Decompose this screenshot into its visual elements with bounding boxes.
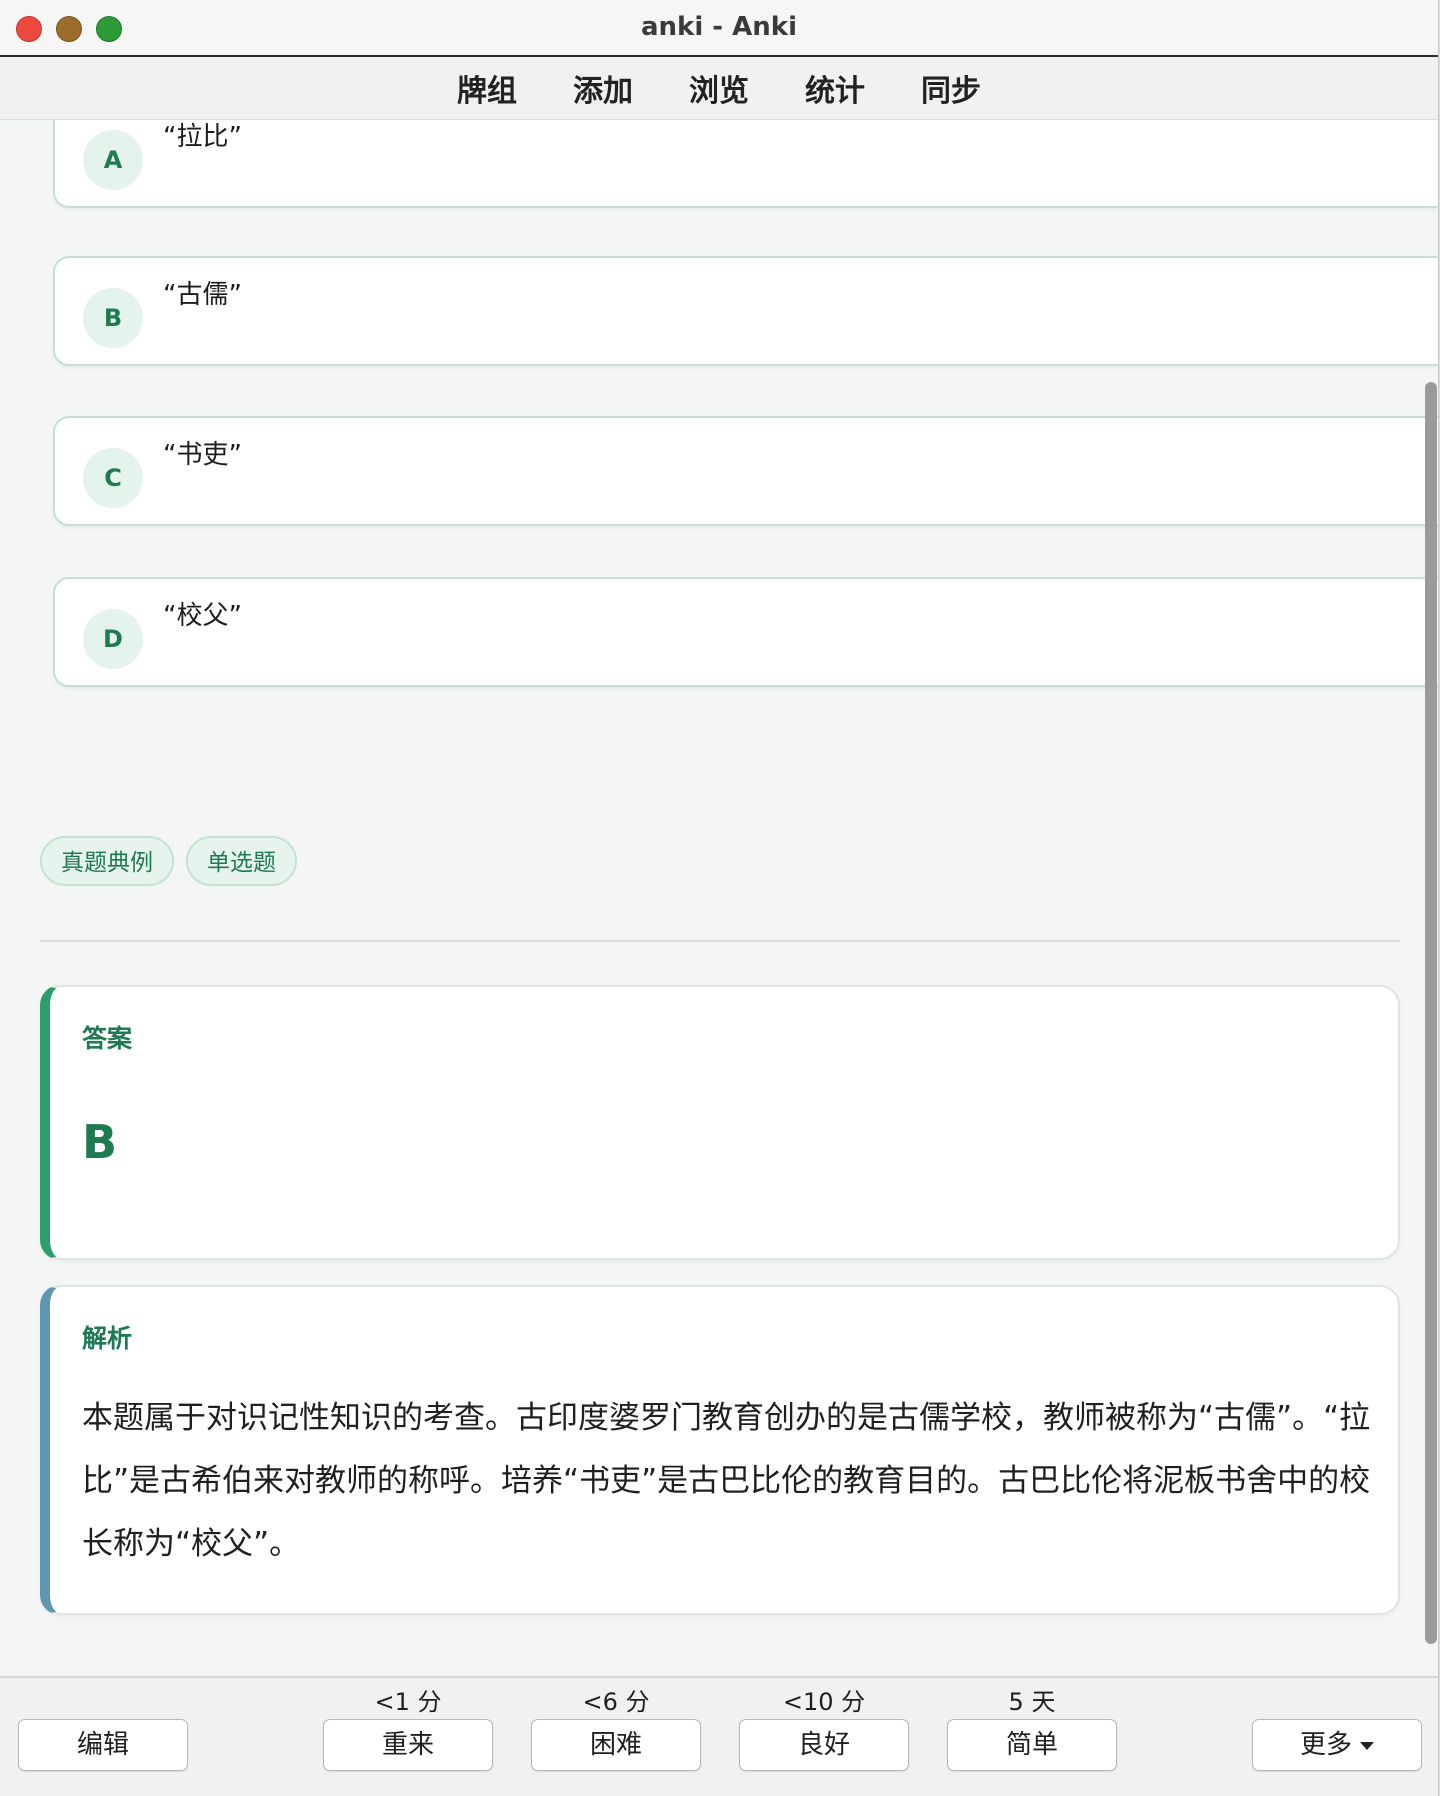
analysis-text: 本题属于对识记性知识的考查。古印度婆罗门教育创办的是古儒学校，教师被称为“古儒”… xyxy=(82,1400,1371,1562)
interval-hard: <6 分 xyxy=(582,1688,650,1716)
anki-window: anki - Anki 牌组 添加 浏览 统计 同步 A “拉比” B “古儒”… xyxy=(0,0,1439,1796)
vertical-scrollbar[interactable] xyxy=(1425,382,1437,1644)
interval-good: <10 分 xyxy=(782,1688,866,1716)
option-b[interactable]: B “古儒” xyxy=(53,256,1438,366)
easy-button[interactable]: 简单 xyxy=(947,1719,1117,1771)
hard-button[interactable]: 困难 xyxy=(531,1719,701,1771)
option-text: “校父” xyxy=(163,601,242,631)
option-a[interactable]: A “拉比” xyxy=(53,120,1438,208)
toolbar-stats[interactable]: 统计 xyxy=(805,66,865,110)
good-button[interactable]: 良好 xyxy=(739,1719,909,1771)
toolbar-sync[interactable]: 同步 xyxy=(921,66,981,110)
option-letter: B xyxy=(83,288,143,348)
tag-list: 真题典例 单选题 xyxy=(40,836,297,886)
chevron-down-icon xyxy=(1360,1741,1374,1750)
edit-button[interactable]: 编辑 xyxy=(18,1719,188,1771)
answer-panel: 答案 B xyxy=(40,985,1400,1260)
analysis-label: 解析 xyxy=(82,1324,133,1353)
tag-single-choice: 单选题 xyxy=(186,836,297,886)
title-bar: anki - Anki xyxy=(0,0,1438,57)
option-text: “古儒” xyxy=(163,280,242,310)
interval-again: <1 分 xyxy=(374,1688,442,1716)
option-text: “书吏” xyxy=(163,440,242,470)
option-letter: C xyxy=(83,448,143,508)
tag-exam-example: 真题典例 xyxy=(40,836,174,886)
option-c[interactable]: C “书吏” xyxy=(53,416,1438,526)
option-text: “拉比” xyxy=(163,122,242,152)
answer-label: 答案 xyxy=(82,1024,133,1053)
option-letter: A xyxy=(83,130,143,190)
answer-divider xyxy=(40,940,1400,942)
window-title: anki - Anki xyxy=(641,12,797,42)
analysis-panel: 解析 本题属于对识记性知识的考查。古印度婆罗门教育创办的是古儒学校，教师被称为“… xyxy=(40,1285,1400,1615)
answer-value: B xyxy=(82,1115,118,1169)
more-label: 更多 xyxy=(1299,1730,1352,1760)
interval-easy: 5 天 xyxy=(1008,1688,1056,1716)
option-letter: D xyxy=(83,609,143,669)
toolbar-browse[interactable]: 浏览 xyxy=(689,66,749,110)
again-button[interactable]: 重来 xyxy=(323,1719,493,1771)
option-d[interactable]: D “校父” xyxy=(53,577,1438,687)
main-toolbar: 牌组 添加 浏览 统计 同步 xyxy=(0,57,1438,120)
more-button[interactable]: 更多 xyxy=(1252,1719,1422,1771)
toolbar-decks[interactable]: 牌组 xyxy=(457,66,517,110)
toolbar-add[interactable]: 添加 xyxy=(573,66,633,110)
review-bar: 编辑 <1 分 重来 <6 分 困难 <10 分 良好 5 天 简单 更多 xyxy=(0,1676,1438,1796)
card-content[interactable]: A “拉比” B “古儒” C “书吏” D “校父” 真题典例 单选题 答案 … xyxy=(0,120,1438,1675)
